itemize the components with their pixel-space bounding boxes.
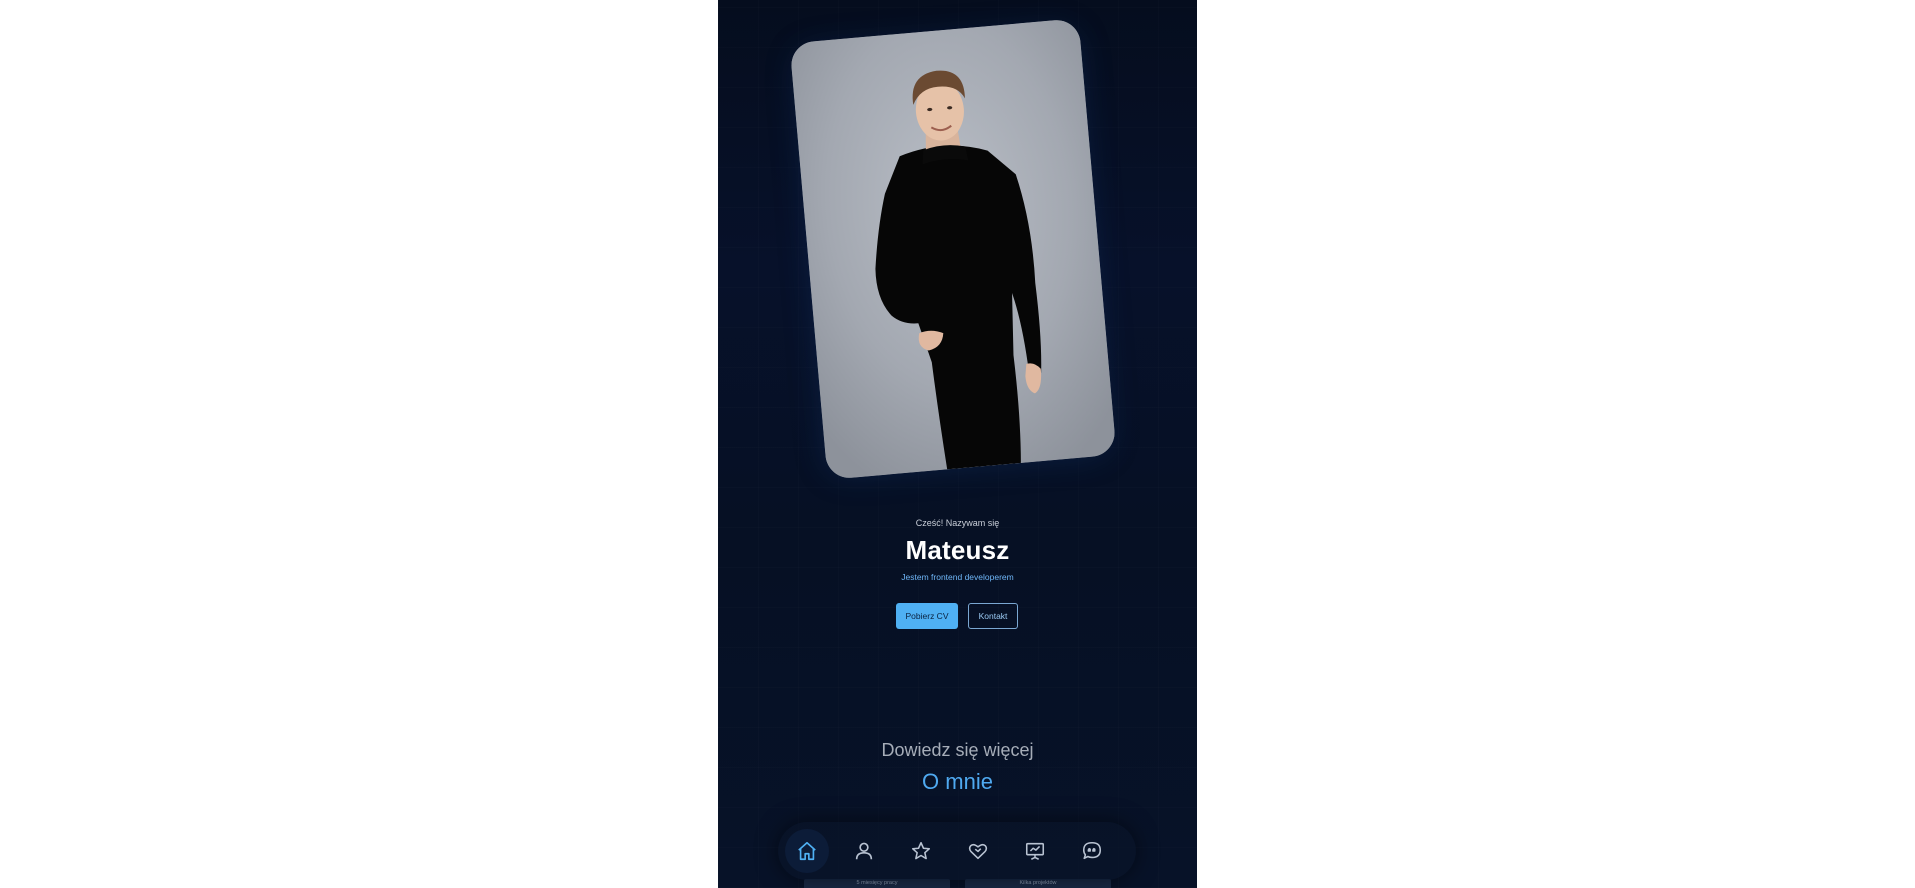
bottom-nav — [778, 822, 1136, 880]
experience-card: 5 miesięcy pracy — [804, 879, 950, 888]
heart-handshake-icon — [968, 843, 988, 860]
section-title: O mnie — [922, 769, 993, 794]
nav-home[interactable] — [785, 829, 829, 873]
nav-skills[interactable] — [899, 829, 943, 873]
presentation-icon — [1025, 842, 1045, 860]
section-subtitle: Dowiedz się więcej — [881, 740, 1034, 760]
home-icon — [798, 841, 816, 861]
hero-name: Mateusz — [905, 535, 1010, 565]
chat-quote-icon — [1082, 841, 1102, 860]
nav-services[interactable] — [956, 829, 1000, 873]
hero-tagline: Jestem frontend developerem — [901, 572, 1014, 582]
user-icon — [855, 842, 873, 860]
star-icon — [911, 841, 931, 860]
nav-about[interactable] — [842, 829, 886, 873]
portfolio-viewport: Cześć! Nazywam się Mateusz Jestem fronte… — [718, 0, 1197, 888]
contact-button[interactable]: Kontakt — [968, 603, 1018, 629]
profile-photo — [789, 18, 1117, 480]
hero-greeting: Cześć! Nazywam się — [915, 518, 1000, 528]
nav-portfolio[interactable] — [1013, 829, 1057, 873]
nav-contact[interactable] — [1070, 829, 1114, 873]
projects-card: Kilka projektów — [965, 879, 1111, 888]
download-cv-button[interactable]: Pobierz CV — [896, 603, 958, 629]
